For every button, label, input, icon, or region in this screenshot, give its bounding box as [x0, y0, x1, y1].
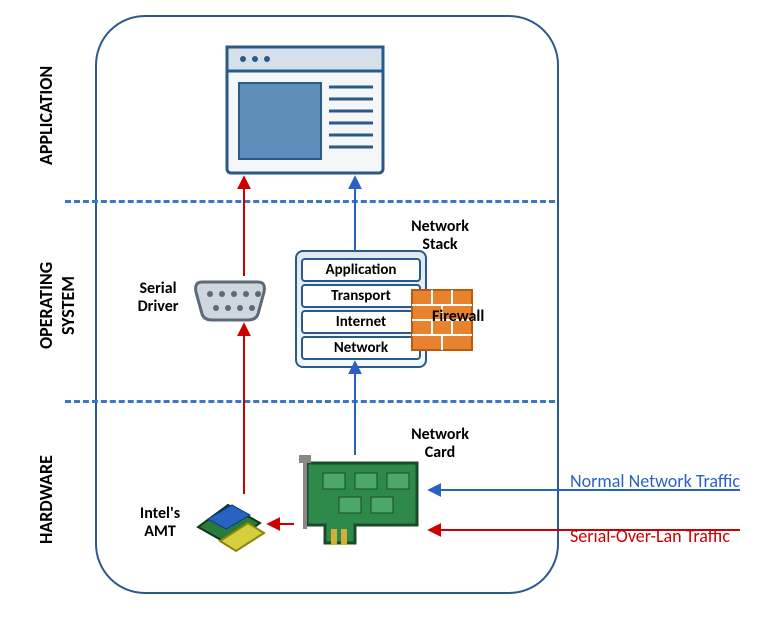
sol-traffic-label: Serial-Over-Lan Traffic [570, 525, 730, 547]
normal-traffic-label: Normal Network Traffic [570, 470, 740, 492]
